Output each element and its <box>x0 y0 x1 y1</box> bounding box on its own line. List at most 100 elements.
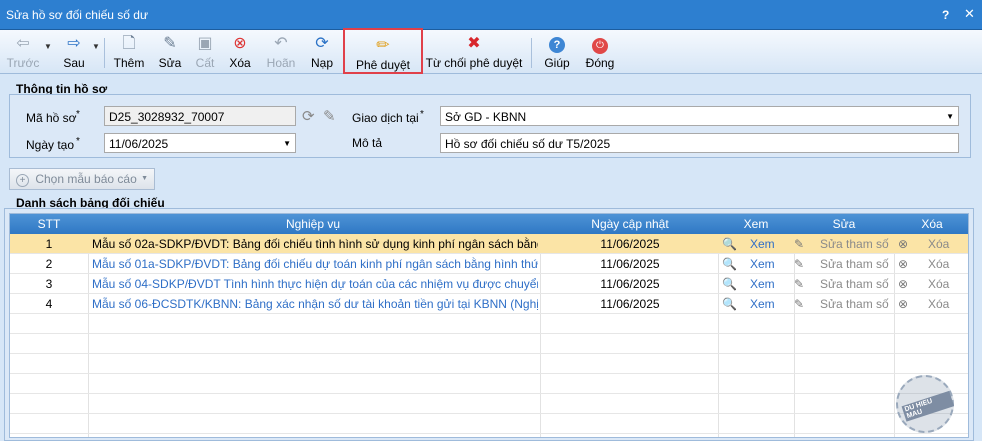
row-stt: 3 <box>45 277 53 291</box>
required-mark: * <box>420 109 424 120</box>
view-link[interactable]: Xem <box>750 277 775 291</box>
delete-document-icon: ⊗ <box>233 35 247 52</box>
edit-pencil-icon[interactable]: ✎ <box>794 277 804 291</box>
prev-button[interactable]: ⇦ Trước <box>4 32 42 72</box>
row-operation: Mẫu số 02a-SDKP/ĐVDT: Bảng đối chiếu tìn… <box>92 237 538 251</box>
header-stt: STT <box>37 217 61 231</box>
edit-pencil-icon[interactable]: ✎ <box>794 297 804 311</box>
add-button[interactable]: 🗋 Thêm <box>110 32 148 72</box>
view-document-icon[interactable]: 🔍 <box>722 277 737 291</box>
empty-row <box>10 354 968 374</box>
toolbar: ⇦ Trước ▼ ⇨ Sau ▼ 🗋 Thêm ✎ Sửa ▣ Cất ⊗ X… <box>0 28 982 74</box>
delete-link[interactable]: Xóa <box>928 297 949 311</box>
transaction-select[interactable]: Sở GD - KBNN ▼ <box>440 106 959 126</box>
date-field[interactable]: 11/06/2025 ▼ <box>104 133 296 153</box>
title-bar: Sửa hồ sơ đối chiếu số dư ? ✕ <box>0 0 982 30</box>
header-update-date: Ngày cập nhật <box>591 217 669 231</box>
edit-params-link[interactable]: Sửa tham số <box>820 257 889 271</box>
empty-row <box>10 334 968 354</box>
watermark-text: DU HIEU MAU <box>901 390 955 422</box>
edit-code-icon[interactable]: ✎ <box>323 107 336 125</box>
arrow-right-icon: ⇨ <box>67 35 81 52</box>
window-title: Sửa hồ sơ đối chiếu số dư <box>6 8 149 22</box>
delete-link[interactable]: Xóa <box>928 257 949 271</box>
header-delete: Xóa <box>921 217 943 231</box>
delete-document-icon[interactable]: ⊗ <box>898 297 908 311</box>
table-row[interactable]: 3 Mẫu số 04-SDKP/ĐVDT Tình hình thực hiệ… <box>10 274 968 294</box>
choose-template-button[interactable]: + Chọn mẫu báo cáo ▼ <box>9 168 155 190</box>
edit-document-icon: ✎ <box>163 35 177 52</box>
row-operation[interactable]: Mẫu số 06-ĐCSDTK/KBNN: Bảng xác nhận số … <box>92 297 538 311</box>
delete-document-icon[interactable]: ⊗ <box>898 277 908 291</box>
floppy-icon: ▣ <box>197 35 213 52</box>
close-icon[interactable]: ✕ <box>964 6 975 22</box>
description-field[interactable]: Hồ sơ đối chiếu số dư T5/2025 <box>440 133 959 153</box>
chevron-down-icon: ▼ <box>283 139 291 148</box>
save-button[interactable]: ▣ Cất <box>190 32 220 72</box>
view-link[interactable]: Xem <box>750 237 775 251</box>
edit-params-link[interactable]: Sửa tham số <box>820 237 889 251</box>
row-operation[interactable]: Mẫu số 01a-SDKP/ĐVDT: Bảng đối chiếu dự … <box>92 257 538 271</box>
date-label: Ngày tạo <box>26 138 75 152</box>
table-row[interactable]: 1 Mẫu số 02a-SDKP/ĐVDT: Bảng đối chiếu t… <box>10 234 968 254</box>
help-icon[interactable]: ? <box>942 8 949 22</box>
help-circle-icon: ? <box>540 34 574 54</box>
row-update-date: 11/06/2025 <box>600 297 660 311</box>
code-field[interactable]: D25_3028932_70007 <box>104 106 296 126</box>
edit-button[interactable]: ✎ Sửa <box>154 32 186 72</box>
required-mark: * <box>76 109 80 120</box>
empty-row <box>10 314 968 334</box>
pencil-icon: ✏ <box>376 37 390 54</box>
row-operation[interactable]: Mẫu số 04-SDKP/ĐVDT Tình hình thực hiện … <box>92 277 538 291</box>
approve-button[interactable]: ✏ Phê duyệt <box>343 28 423 74</box>
table-row[interactable]: 2 Mẫu số 01a-SDKP/ĐVDT: Bảng đối chiếu d… <box>10 254 968 274</box>
code-label: Mã hồ sơ <box>26 111 77 125</box>
view-document-icon[interactable]: 🔍 <box>722 237 737 251</box>
prev-dropdown-icon[interactable]: ▼ <box>44 42 52 51</box>
row-update-date: 11/06/2025 <box>600 277 660 291</box>
next-button[interactable]: ⇨ Sau <box>56 32 92 72</box>
transaction-value: Sở GD - KBNN <box>445 110 527 124</box>
next-dropdown-icon[interactable]: ▼ <box>92 42 100 51</box>
power-icon: ⏻ <box>582 34 618 54</box>
delete-button[interactable]: ⊗ Xóa <box>224 32 256 72</box>
view-link[interactable]: Xem <box>750 297 775 311</box>
undo-button[interactable]: ↶ Hoãn <box>262 32 300 72</box>
delete-link[interactable]: Xóa <box>928 277 949 291</box>
view-document-icon[interactable]: 🔍 <box>722 297 737 311</box>
delete-link[interactable]: Xóa <box>928 237 949 251</box>
description-label: Mô tả <box>352 136 383 150</box>
table-header: STT Nghiệp vụ Ngày cập nhật Xem Sửa Xóa <box>10 214 968 234</box>
refresh-code-icon[interactable]: ⟳ <box>302 107 315 125</box>
reject-button[interactable]: ✖ Từ chối phê duyệt <box>425 32 523 72</box>
empty-row <box>10 374 968 394</box>
edit-params-link[interactable]: Sửa tham số <box>820 277 889 291</box>
help-button[interactable]: ? Giúp <box>540 32 574 72</box>
header-operation: Nghiệp vụ <box>285 217 341 231</box>
view-document-icon[interactable]: 🔍 <box>722 257 737 271</box>
toolbar-separator <box>104 38 105 68</box>
edit-pencil-icon[interactable]: ✎ <box>794 257 804 271</box>
close-button[interactable]: ⏻ Đóng <box>582 32 618 72</box>
delete-document-icon[interactable]: ⊗ <box>898 237 908 251</box>
header-edit: Sửa <box>832 217 856 231</box>
view-link[interactable]: Xem <box>750 257 775 271</box>
refresh-icon: ⟳ <box>315 35 329 52</box>
table-row[interactable]: 4 Mẫu số 06-ĐCSDTK/KBNN: Bảng xác nhận s… <box>10 294 968 314</box>
arrow-left-icon: ⇦ <box>16 35 30 52</box>
reload-button[interactable]: ⟳ Nạp <box>306 32 338 72</box>
row-stt: 1 <box>45 237 53 251</box>
row-update-date: 11/06/2025 <box>600 257 660 271</box>
chevron-down-icon: ▼ <box>946 112 954 121</box>
delete-document-icon[interactable]: ⊗ <box>898 257 908 271</box>
edit-pencil-icon[interactable]: ✎ <box>794 237 804 251</box>
edit-params-link[interactable]: Sửa tham số <box>820 297 889 311</box>
chevron-down-icon: ▼ <box>141 175 148 182</box>
toolbar-separator <box>531 38 532 68</box>
red-x-icon: ✖ <box>467 35 481 52</box>
row-update-date: 11/06/2025 <box>600 237 660 251</box>
empty-row <box>10 414 968 434</box>
reconciliation-table: STT Nghiệp vụ Ngày cập nhật Xem Sửa Xóa … <box>9 213 969 438</box>
header-view: Xem <box>743 217 769 231</box>
row-stt: 2 <box>45 257 53 271</box>
